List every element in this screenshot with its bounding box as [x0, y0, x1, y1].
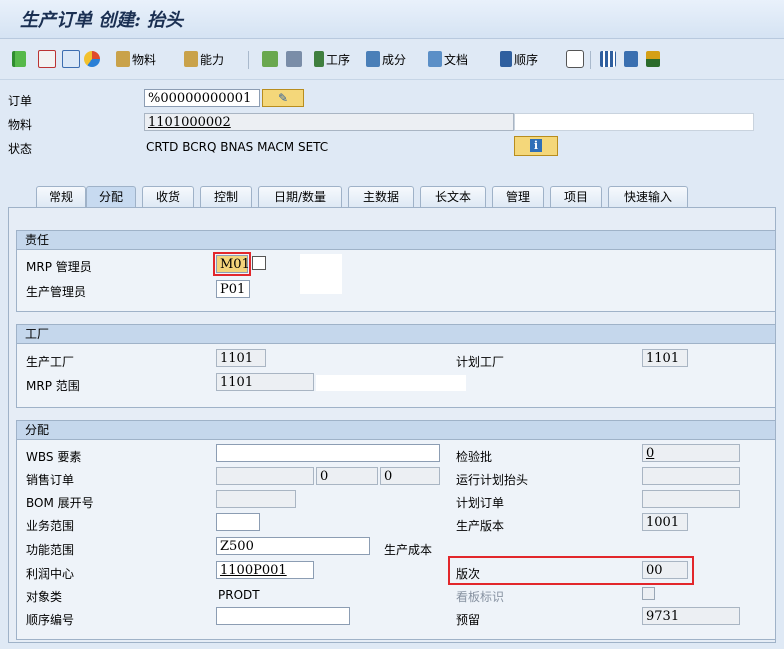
- tab-administration[interactable]: 管理: [492, 186, 544, 208]
- inspection-lot-label: 检验批: [456, 450, 493, 464]
- sales-order-label: 销售订单: [26, 473, 75, 487]
- kanban-label: 看板标识: [456, 590, 505, 604]
- tab-long-text[interactable]: 长文本: [420, 186, 486, 208]
- mrp-controller-highlight: [213, 252, 251, 276]
- mrp-area-label: MRP 范围: [26, 379, 80, 393]
- bom-explosion-field[interactable]: [216, 490, 296, 508]
- sales-order-field[interactable]: [216, 467, 314, 485]
- tree-icon[interactable]: [624, 49, 640, 69]
- tab-dates-quantities[interactable]: 日期/数量: [258, 186, 342, 208]
- profit-center-label: 利润中心: [26, 567, 75, 581]
- planned-order-field[interactable]: [642, 490, 740, 508]
- title-bar: 生产订单 创建: 抬头: [0, 0, 784, 39]
- reservation-field[interactable]: 9731: [642, 607, 740, 625]
- tab-master-data[interactable]: 主数据: [348, 186, 414, 208]
- inspection-lot-field[interactable]: 0: [642, 444, 740, 462]
- printer-icon[interactable]: [286, 49, 304, 69]
- tab-control[interactable]: 控制: [200, 186, 252, 208]
- material-field[interactable]: 1101000002: [144, 113, 514, 131]
- status-info-button[interactable]: i: [514, 136, 558, 156]
- responsibility-group: 责任: [16, 230, 776, 312]
- edit-order-button[interactable]: ✎: [262, 89, 304, 107]
- sequence-no-label: 顺序编号: [26, 613, 75, 627]
- mrp-area-description: [316, 375, 466, 391]
- reservation-label: 预留: [456, 613, 481, 627]
- toolbar-separator: [590, 51, 591, 69]
- table-icon[interactable]: [600, 49, 618, 69]
- pencil-icon: ✎: [277, 91, 289, 105]
- toolbar-separator: [248, 51, 249, 69]
- operation-icon: [314, 51, 324, 67]
- material-icon: [116, 51, 130, 67]
- prod-plant-label: 生产工厂: [26, 355, 75, 369]
- sales-order-item-field[interactable]: 0: [316, 467, 378, 485]
- component-button[interactable]: 成分: [366, 49, 406, 69]
- planned-order-label: 计划订单: [456, 496, 505, 510]
- sequence-no-field[interactable]: [216, 607, 350, 625]
- sort-icon[interactable]: [646, 49, 662, 69]
- tab-goods-receipt[interactable]: 收货: [142, 186, 194, 208]
- mrp-area-field[interactable]: 1101: [216, 373, 314, 391]
- prod-supervisor-label: 生产管理员: [26, 285, 87, 299]
- document-button[interactable]: 文档: [428, 49, 468, 69]
- bom-explosion-label: BOM 展开号: [26, 496, 94, 510]
- capacity-button[interactable]: 能力: [184, 49, 224, 69]
- business-area-label: 业务范围: [26, 519, 75, 533]
- prod-plant-field[interactable]: 1101: [216, 349, 266, 367]
- planning-plant-label: 计划工厂: [456, 355, 505, 369]
- mrp-controller-label: MRP 管理员: [26, 260, 92, 274]
- object-class-value: PRODT: [218, 588, 260, 602]
- order-field[interactable]: %00000000001: [144, 89, 260, 107]
- material-description-field: [514, 113, 754, 131]
- sales-order-schedule-field[interactable]: 0: [380, 467, 440, 485]
- sequence-icon: [500, 51, 512, 67]
- planning-plant-field[interactable]: 1101: [642, 349, 688, 367]
- sequence-button[interactable]: 顺序: [500, 49, 538, 69]
- production-version-field[interactable]: 1001: [642, 513, 688, 531]
- tab-assignment[interactable]: 分配: [86, 186, 136, 208]
- document-list-icon[interactable]: [62, 49, 82, 69]
- material-button[interactable]: 物料: [116, 49, 156, 69]
- capacity-icon: [184, 51, 198, 67]
- production-version-label: 生产版本: [456, 519, 505, 533]
- plant-title: 工厂: [17, 325, 775, 344]
- assignment-title: 分配: [17, 421, 775, 440]
- cube-icon[interactable]: [566, 49, 586, 69]
- object-class-label: 对象类: [26, 590, 63, 604]
- copy-icon[interactable]: [252, 256, 266, 270]
- run-schedule-label: 运行计划抬头: [456, 473, 529, 487]
- document-icon: [428, 51, 442, 67]
- mrp-controller-description: [300, 254, 342, 294]
- run-schedule-field[interactable]: [642, 467, 740, 485]
- material-label: 物料: [8, 118, 33, 132]
- functional-area-field[interactable]: Z500: [216, 537, 370, 555]
- pie-chart-icon[interactable]: [84, 49, 102, 69]
- calendar-icon[interactable]: [38, 49, 58, 69]
- profit-center-field[interactable]: 1100P001: [216, 561, 314, 579]
- application-toolbar: 物料 能力 工序 成分 文档 顺序: [0, 39, 784, 80]
- order-label: 订单: [8, 94, 33, 108]
- production-cost-label: 生产成本: [384, 543, 433, 557]
- prod-supervisor-field[interactable]: P01: [216, 280, 250, 298]
- version-highlight: [448, 556, 694, 585]
- business-area-field[interactable]: [216, 513, 260, 531]
- tab-general[interactable]: 常规: [36, 186, 86, 208]
- functional-area-label: 功能范围: [26, 543, 75, 557]
- status-value: CRTD BCRQ BNAS MACM SETC: [146, 140, 329, 154]
- info-icon: i: [530, 139, 542, 152]
- responsibility-title: 责任: [17, 231, 775, 250]
- component-icon: [366, 51, 380, 67]
- wbs-field[interactable]: [216, 444, 440, 462]
- flag-icon[interactable]: [12, 49, 28, 69]
- tab-project[interactable]: 项目: [550, 186, 602, 208]
- kanban-checkbox[interactable]: [642, 587, 655, 600]
- wbs-label: WBS 要素: [26, 450, 82, 464]
- window-title: 生产订单 创建: 抬头: [20, 10, 184, 31]
- tab-quick-entry[interactable]: 快速输入: [608, 186, 688, 208]
- hierarchy-icon[interactable]: [262, 49, 280, 69]
- status-label: 状态: [8, 142, 33, 156]
- operation-button[interactable]: 工序: [314, 49, 350, 69]
